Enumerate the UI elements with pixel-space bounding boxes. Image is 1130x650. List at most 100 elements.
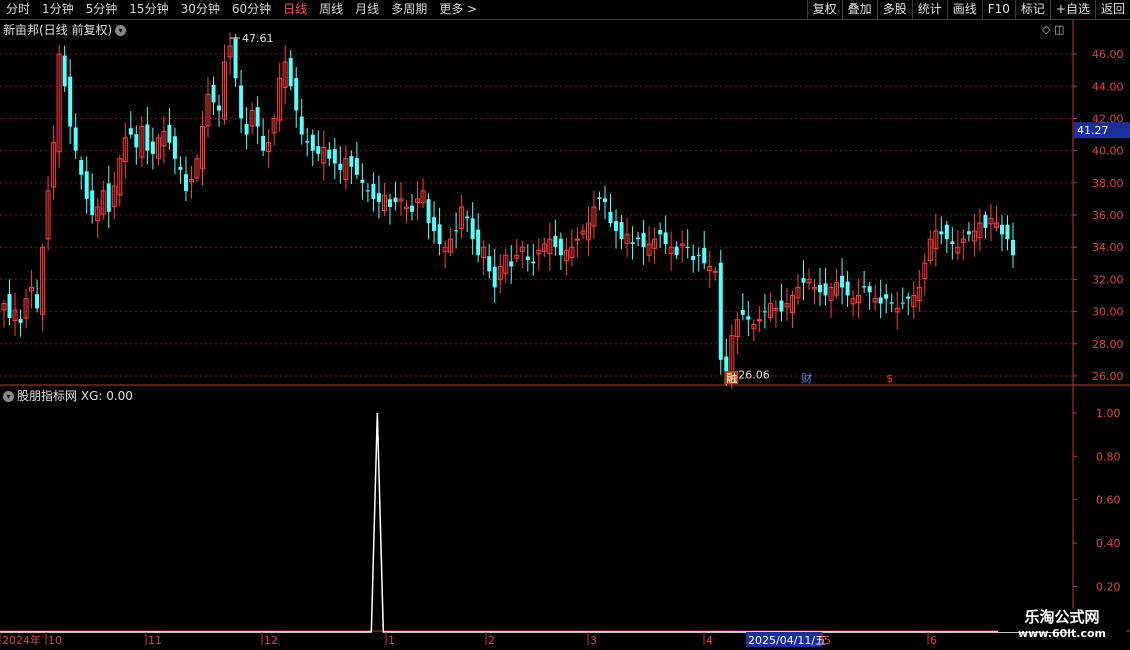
- candle-body: [525, 256, 530, 261]
- candle-body: [756, 319, 762, 322]
- candle-body: [884, 294, 889, 299]
- y-tick-label: 30.00: [1092, 306, 1124, 319]
- candle-body: [244, 123, 249, 135]
- indicator-value: XG: 0.00: [80, 389, 133, 403]
- candle-body: [365, 190, 370, 192]
- candle-body: [62, 55, 67, 87]
- candle-body: [867, 286, 872, 293]
- candle-body: [1011, 239, 1015, 256]
- candle-body: [327, 149, 332, 159]
- candle-body: [299, 116, 304, 135]
- candle-body: [801, 277, 806, 283]
- event-marker: 财: [801, 371, 812, 385]
- candle-body: [663, 232, 668, 244]
- candle-body: [862, 286, 867, 288]
- candle-body: [376, 193, 381, 203]
- candle-body: [316, 146, 321, 154]
- candle-body: [889, 302, 894, 304]
- candle-body: [950, 241, 955, 244]
- candle-body: [702, 247, 707, 264]
- candle-body: [134, 134, 139, 148]
- candle-body: [233, 38, 238, 79]
- candle-body: [106, 183, 111, 212]
- candle-body: [172, 136, 177, 159]
- candle-body: [338, 163, 343, 170]
- candle-body: [426, 199, 431, 224]
- candle-body: [349, 155, 354, 167]
- candle-body: [211, 84, 216, 103]
- y-tick-label: 34.00: [1092, 241, 1124, 254]
- candle-body: [558, 238, 563, 256]
- indicator-tick-label: 0.60: [1096, 494, 1121, 507]
- candle-body: [371, 183, 376, 199]
- y-tick-label: 32.00: [1092, 273, 1124, 286]
- candle-body: [310, 134, 315, 151]
- event-marker: 融: [726, 372, 737, 385]
- candle-body: [630, 242, 635, 244]
- candle-body: [779, 300, 784, 312]
- indicator-tick-label: 0.20: [1096, 581, 1121, 594]
- xg-signal-line: [0, 412, 1073, 633]
- candle-body: [845, 281, 850, 296]
- candle-body: [614, 221, 619, 232]
- candle-body: [674, 246, 679, 256]
- watermark-title: 乐淘公式网: [1024, 608, 1100, 626]
- candle-body: [239, 85, 244, 119]
- watermark-url: www.60lt.com: [1017, 627, 1107, 640]
- event-marker: $: [886, 372, 893, 385]
- candle-body: [762, 311, 767, 313]
- y-tick-label: 40.00: [1092, 145, 1124, 158]
- candle-body: [167, 124, 172, 143]
- candle-body: [691, 255, 696, 261]
- candle-body: [470, 218, 475, 240]
- candle-body: [84, 171, 89, 199]
- candle-body: [818, 284, 823, 293]
- chevron-down-icon[interactable]: ▾: [3, 391, 14, 402]
- candle-body: [658, 230, 663, 235]
- candle-body: [217, 105, 222, 111]
- candle-body: [878, 297, 883, 304]
- candle-body: [487, 256, 492, 272]
- candle-body: [641, 232, 646, 248]
- x-tick-label: 5: [824, 634, 831, 647]
- x-tick-label: 2: [488, 634, 495, 647]
- candle-body: [597, 197, 602, 199]
- indicator-name: 股朋指标网: [17, 389, 78, 403]
- candle-body: [128, 128, 133, 135]
- candle-body: [7, 293, 12, 319]
- candle-body: [906, 296, 911, 299]
- candle-body: [740, 309, 745, 315]
- candle-body: [261, 135, 266, 151]
- x-tick-label: 4: [706, 634, 713, 647]
- candle-body: [145, 124, 150, 151]
- candle-body: [696, 254, 701, 256]
- candle-body: [966, 231, 971, 235]
- candle-body: [718, 262, 723, 360]
- candle-body: [999, 224, 1004, 235]
- candle-body: [724, 356, 729, 372]
- watermark: 乐淘公式网 www.60lt.com: [998, 608, 1126, 640]
- indicator-tick-label: 0.80: [1096, 450, 1121, 463]
- candle-body: [712, 270, 718, 273]
- candle-body: [432, 217, 437, 232]
- x-tick-label: 12: [264, 634, 278, 647]
- candle-body: [332, 149, 337, 164]
- candle-body: [288, 58, 293, 87]
- candle-body: [178, 166, 183, 170]
- x-tick-label: 2024年: [2, 633, 41, 647]
- candle-body: [305, 141, 310, 143]
- candle-body: [90, 190, 95, 216]
- indicator-title: ▾ 股朋指标网 XG: 0.00: [3, 387, 133, 404]
- candle-body: [18, 318, 23, 323]
- candle-body: [900, 302, 905, 304]
- y-tick-label: 38.00: [1092, 177, 1124, 190]
- candle-body: [354, 157, 359, 175]
- kline-chart[interactable]: 46.0044.0042.0040.0038.0036.0034.0032.00…: [0, 0, 1130, 650]
- candle-body: [636, 237, 641, 240]
- candle-body: [509, 261, 514, 267]
- y-tick-label: 26.00: [1092, 370, 1124, 383]
- candle-body: [35, 294, 40, 309]
- x-tick-label: 3: [590, 634, 597, 647]
- x-tick-label: 11: [148, 634, 162, 647]
- candle-body: [79, 160, 84, 175]
